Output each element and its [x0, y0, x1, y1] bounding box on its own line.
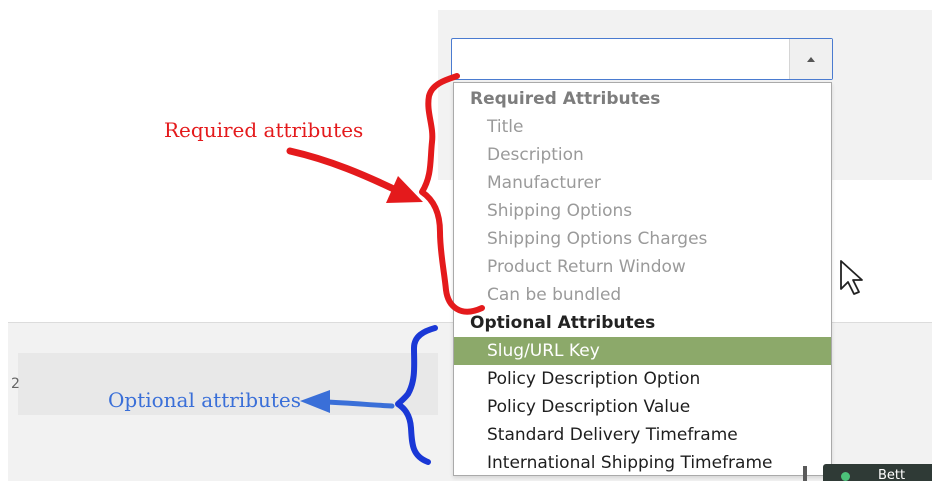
optgroup-required-attributes: Required Attributes: [470, 89, 661, 109]
corner-divider: [803, 466, 807, 481]
option-slug-url-key[interactable]: Slug/URL Key: [454, 337, 831, 365]
attribute-dropdown-list[interactable]: Required Attributes Title Description Ma…: [453, 82, 832, 476]
cut-off-text: 2: [11, 376, 20, 392]
status-dot-icon: [841, 472, 850, 481]
optional-attributes-annotation: Optional attributes: [108, 388, 302, 412]
select-toggle-button[interactable]: [789, 39, 832, 79]
option-product-return-window: Product Return Window: [487, 257, 686, 277]
optgroup-optional-attributes: Optional Attributes: [470, 313, 656, 333]
red-arrow-icon: [286, 147, 406, 197]
chevron-up-icon: [807, 56, 815, 62]
red-arrowhead-icon: [386, 176, 423, 203]
option-policy-description-option[interactable]: Policy Description Option: [454, 365, 831, 393]
option-shipping-options-charges: Shipping Options Charges: [487, 229, 708, 249]
corner-button-label: Bett: [878, 468, 906, 481]
option-description: Description: [487, 145, 584, 165]
option-title: Title: [487, 117, 524, 137]
option-standard-delivery-timeframe[interactable]: Standard Delivery Timeframe: [454, 421, 831, 449]
option-can-be-bundled: Can be bundled: [487, 285, 622, 305]
option-policy-description-value[interactable]: Policy Description Value: [454, 393, 831, 421]
screenshot-stage: 2 Required Attributes Title Description …: [0, 0, 932, 481]
option-shipping-options: Shipping Options: [487, 201, 633, 221]
required-attributes-annotation: Required attributes: [164, 118, 364, 142]
option-international-shipping-timeframe[interactable]: International Shipping Timeframe: [454, 449, 831, 477]
mouse-pointer-icon: [840, 260, 863, 295]
option-manufacturer: Manufacturer: [487, 173, 601, 193]
attribute-select[interactable]: [451, 38, 833, 80]
